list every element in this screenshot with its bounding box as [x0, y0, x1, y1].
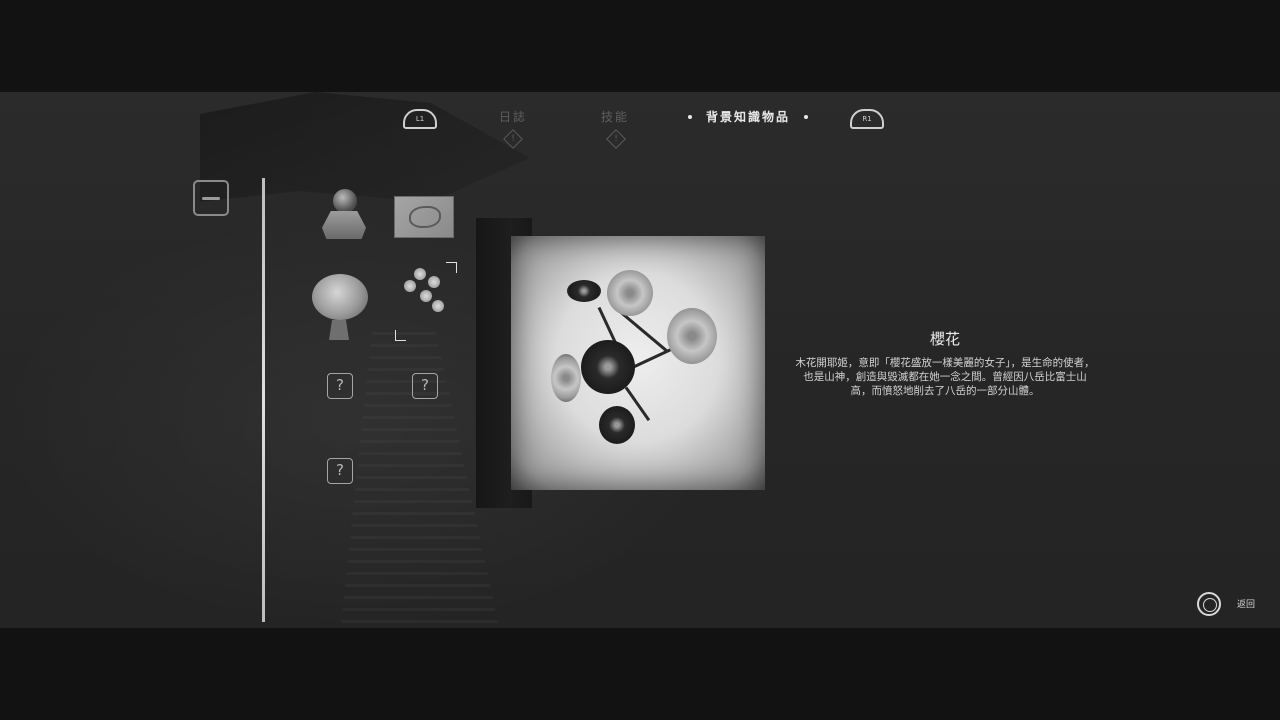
journal-alert-icon: ! [506, 132, 520, 146]
letterbox-bottom [0, 628, 1280, 720]
letterbox-top [0, 0, 1280, 92]
shrine-orb-icon [333, 189, 357, 213]
tab-journal[interactable]: 日誌 [483, 108, 543, 125]
key-icon[interactable] [193, 180, 229, 216]
item-slot-shrine[interactable] [314, 185, 374, 245]
skills-alert-icon: ! [609, 132, 623, 146]
shrine-base [322, 211, 366, 239]
blossom [599, 406, 635, 444]
selection-corner [446, 262, 457, 273]
shell-stand [329, 320, 349, 340]
blossom [581, 340, 635, 394]
petal [428, 276, 440, 288]
selection-corner [395, 330, 406, 341]
petal [420, 290, 432, 302]
petal [404, 280, 416, 292]
l1-button-icon[interactable]: L1 [403, 109, 437, 129]
item-description: 木花開耶姬，意即「櫻花盛放一樣美麗的女子」，是生命的使者，也是山神，創造與毀滅都… [795, 357, 1095, 397]
stem [620, 311, 668, 353]
petal [432, 300, 444, 312]
circle-button-icon[interactable] [1197, 592, 1221, 616]
item-slot-seashell[interactable] [311, 272, 371, 340]
blossom [667, 308, 717, 364]
back-label[interactable]: 返回 [1237, 597, 1255, 610]
unknown-item-slot[interactable]: ? [412, 373, 438, 399]
stem [597, 306, 618, 345]
item-title: 櫻花 [929, 330, 960, 348]
lore-screen: L1 日誌 ! 技能 ! 背景知識物品 R1 ? ? ? 櫻花 木花開耶姬，意即… [0, 92, 1280, 628]
unknown-item-slot[interactable]: ? [327, 373, 353, 399]
sidebar-divider [262, 178, 265, 622]
tab-bar: L1 日誌 ! 技能 ! 背景知識物品 R1 [0, 92, 1280, 162]
item-preview-image [511, 236, 765, 490]
fish-drawing-icon[interactable] [394, 196, 454, 238]
tab-lore-items[interactable]: 背景知識物品 [688, 108, 808, 125]
unknown-item-slot[interactable]: ? [327, 458, 353, 484]
tab-skills[interactable]: 技能 [585, 108, 645, 125]
blossom [567, 280, 601, 302]
blossom [551, 354, 581, 402]
blossom [607, 270, 653, 316]
r1-button-icon[interactable]: R1 [850, 109, 884, 129]
seashell-icon [312, 274, 368, 320]
petal [414, 268, 426, 280]
